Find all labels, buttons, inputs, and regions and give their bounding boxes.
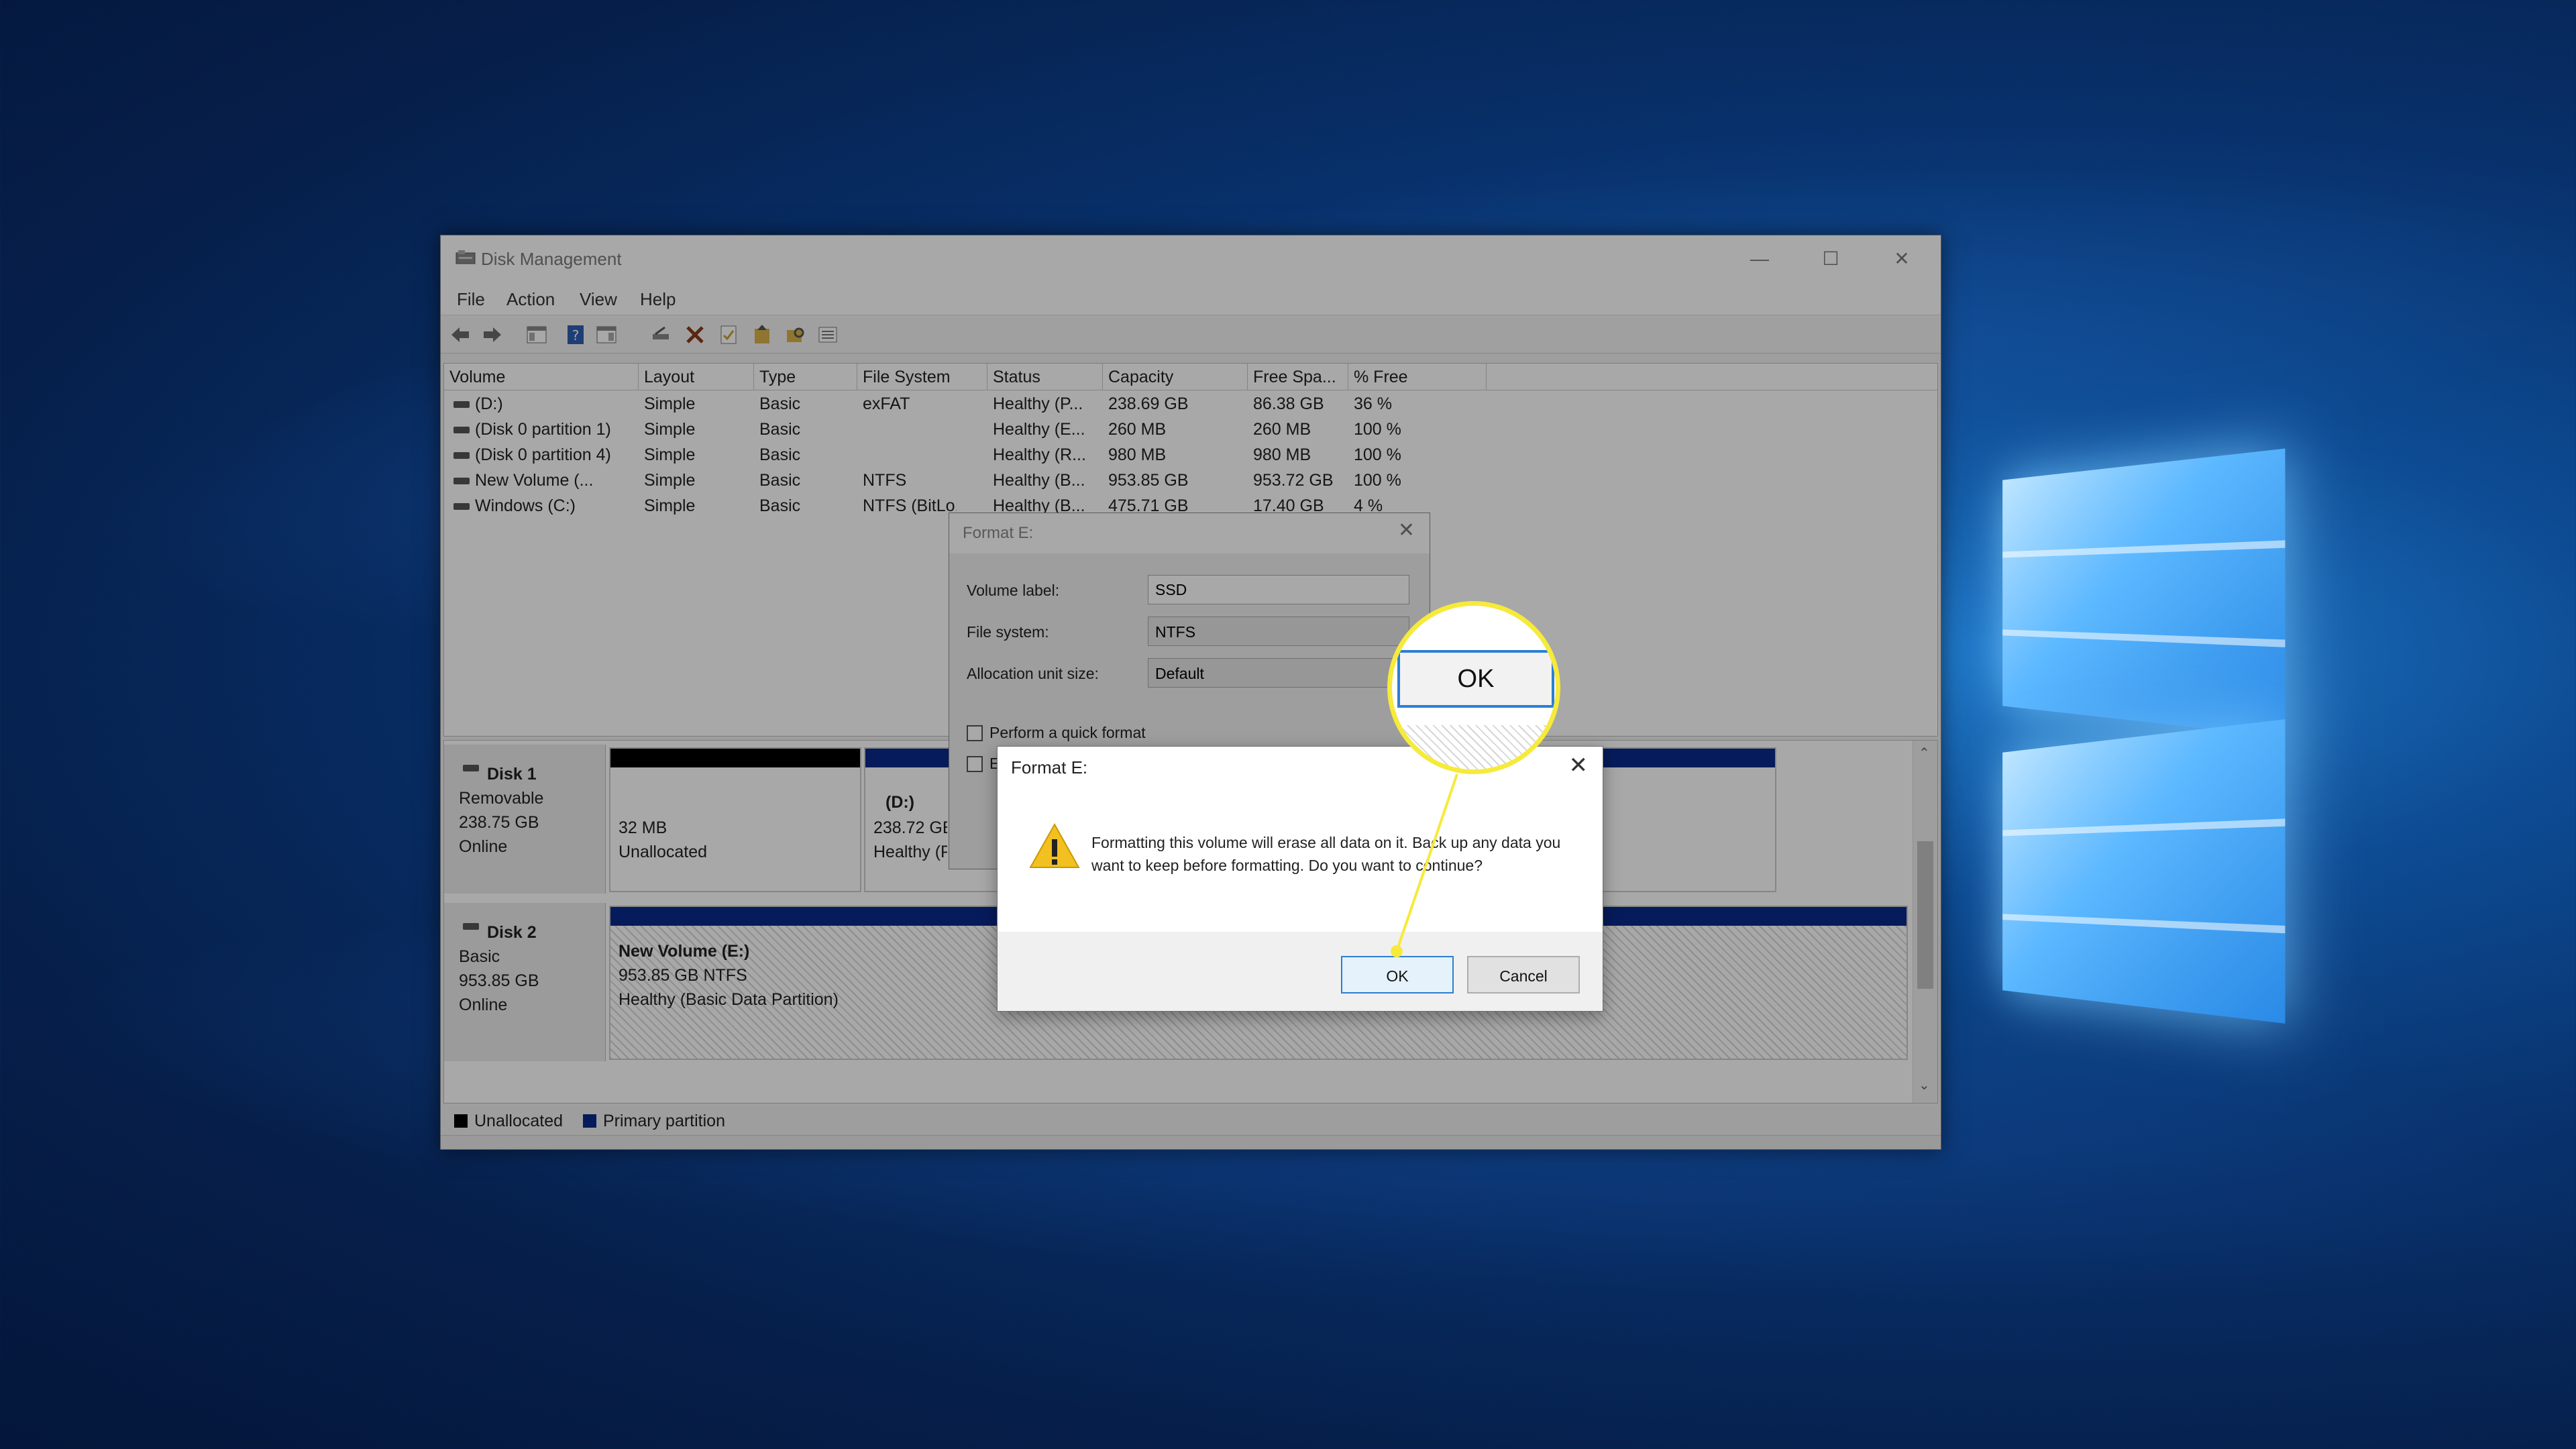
cancel-button[interactable]: Cancel	[1467, 956, 1580, 994]
warning-icon	[1029, 822, 1080, 868]
magnified-background	[1392, 725, 1556, 769]
warning-dialog-title: Format E:	[1011, 757, 1088, 777]
magnified-ok-button: OK	[1397, 650, 1554, 708]
dialog-footer: OK Cancel	[998, 932, 1603, 1011]
magnified-ok-callout: OK	[1387, 601, 1560, 774]
dim-overlay	[440, 235, 1941, 1150]
windows-logo-pane	[2002, 719, 2286, 1024]
close-icon[interactable]: ✕	[1569, 752, 1589, 779]
format-warning-dialog: Format E: ✕ Formatting this volume will …	[997, 746, 1603, 1012]
warning-message: Formatting this volume will erase all da…	[1091, 834, 1561, 874]
windows-logo-pane	[2002, 448, 2286, 738]
ok-button[interactable]: OK	[1341, 956, 1454, 994]
